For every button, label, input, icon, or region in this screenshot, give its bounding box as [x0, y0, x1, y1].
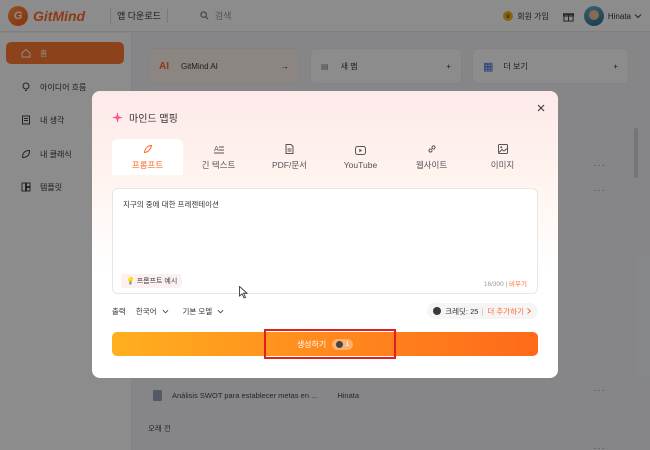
coin-icon: [433, 307, 442, 315]
mind-mapping-dialog: 마인드 맵핑 프롬프트 A 긴 텍스트 PDF/문서 YouTube 웹사이트 …: [92, 91, 558, 378]
language-value: 한국어: [135, 306, 157, 316]
prompt-textarea[interactable]: 지구의 중에 대한 프레젠테이션 💡 프롬프트 예시 16/300 | 비우기: [112, 188, 538, 294]
example-chip-label: 프롬프트 예시: [136, 278, 178, 285]
document-icon: [285, 143, 294, 155]
tab-label: 웹사이트: [415, 160, 448, 170]
prompt-example-button[interactable]: 💡 프롬프트 예시: [121, 274, 183, 288]
tab-label: PDF/문서: [271, 160, 307, 170]
tab-website[interactable]: 웹사이트: [396, 139, 467, 175]
chevron-right-icon: [527, 308, 532, 314]
language-select[interactable]: 한국어: [136, 306, 169, 317]
highlight-box: [264, 329, 396, 359]
lightbulb-icon: 💡: [126, 278, 135, 285]
credit-divider: |: [481, 306, 484, 316]
chevron-down-icon: [217, 309, 224, 313]
tab-label: 이미지: [490, 160, 515, 170]
sparkle-icon: [112, 112, 123, 123]
close-icon: [537, 104, 545, 112]
text-icon: A: [213, 143, 224, 155]
image-icon: [497, 143, 508, 155]
close-button[interactable]: [534, 101, 548, 115]
clear-button[interactable]: 비우기: [509, 281, 527, 288]
link-icon: [427, 143, 437, 155]
character-counter: 16/300 | 비우기: [484, 278, 527, 288]
youtube-icon: [355, 144, 366, 156]
tab-label: YouTube: [343, 160, 378, 170]
credit-badge: 크레딧: 25 | 더 추가하기: [427, 303, 538, 319]
input-mode-tabs: 프롬프트 A 긴 텍스트 PDF/문서 YouTube 웹사이트 이미지: [112, 139, 538, 175]
tab-prompt[interactable]: 프롬프트: [112, 139, 183, 175]
counter-value: 16/300: [483, 281, 504, 288]
tab-label: 긴 텍스트: [201, 160, 236, 170]
dialog-title: 마인드 맵핑: [112, 110, 178, 125]
tab-youtube[interactable]: YouTube: [325, 139, 396, 175]
tab-long-text[interactable]: A 긴 텍스트: [183, 139, 254, 175]
feather-icon: [143, 143, 153, 155]
svg-text:A: A: [214, 145, 219, 153]
add-credits-link[interactable]: 더 추가하기: [487, 306, 524, 317]
chevron-down-icon: [162, 309, 168, 313]
output-options: 출력 한국어 기본 모델: [112, 304, 238, 318]
tab-label: 프롬프트: [131, 160, 164, 170]
model-select[interactable]: 기본 모델: [183, 306, 225, 317]
dialog-title-text: 마인드 맵핑: [129, 114, 178, 125]
tab-image[interactable]: 이미지: [467, 139, 538, 175]
mouse-cursor-icon: [239, 286, 248, 299]
prompt-value: 지구의 중에 대한 프레젠테이션: [123, 200, 219, 209]
credit-value: 크레딧: 25: [445, 306, 479, 316]
tab-pdf-document[interactable]: PDF/문서: [254, 139, 325, 175]
model-value: 기본 모델: [182, 306, 213, 316]
output-label: 출력: [112, 306, 126, 316]
